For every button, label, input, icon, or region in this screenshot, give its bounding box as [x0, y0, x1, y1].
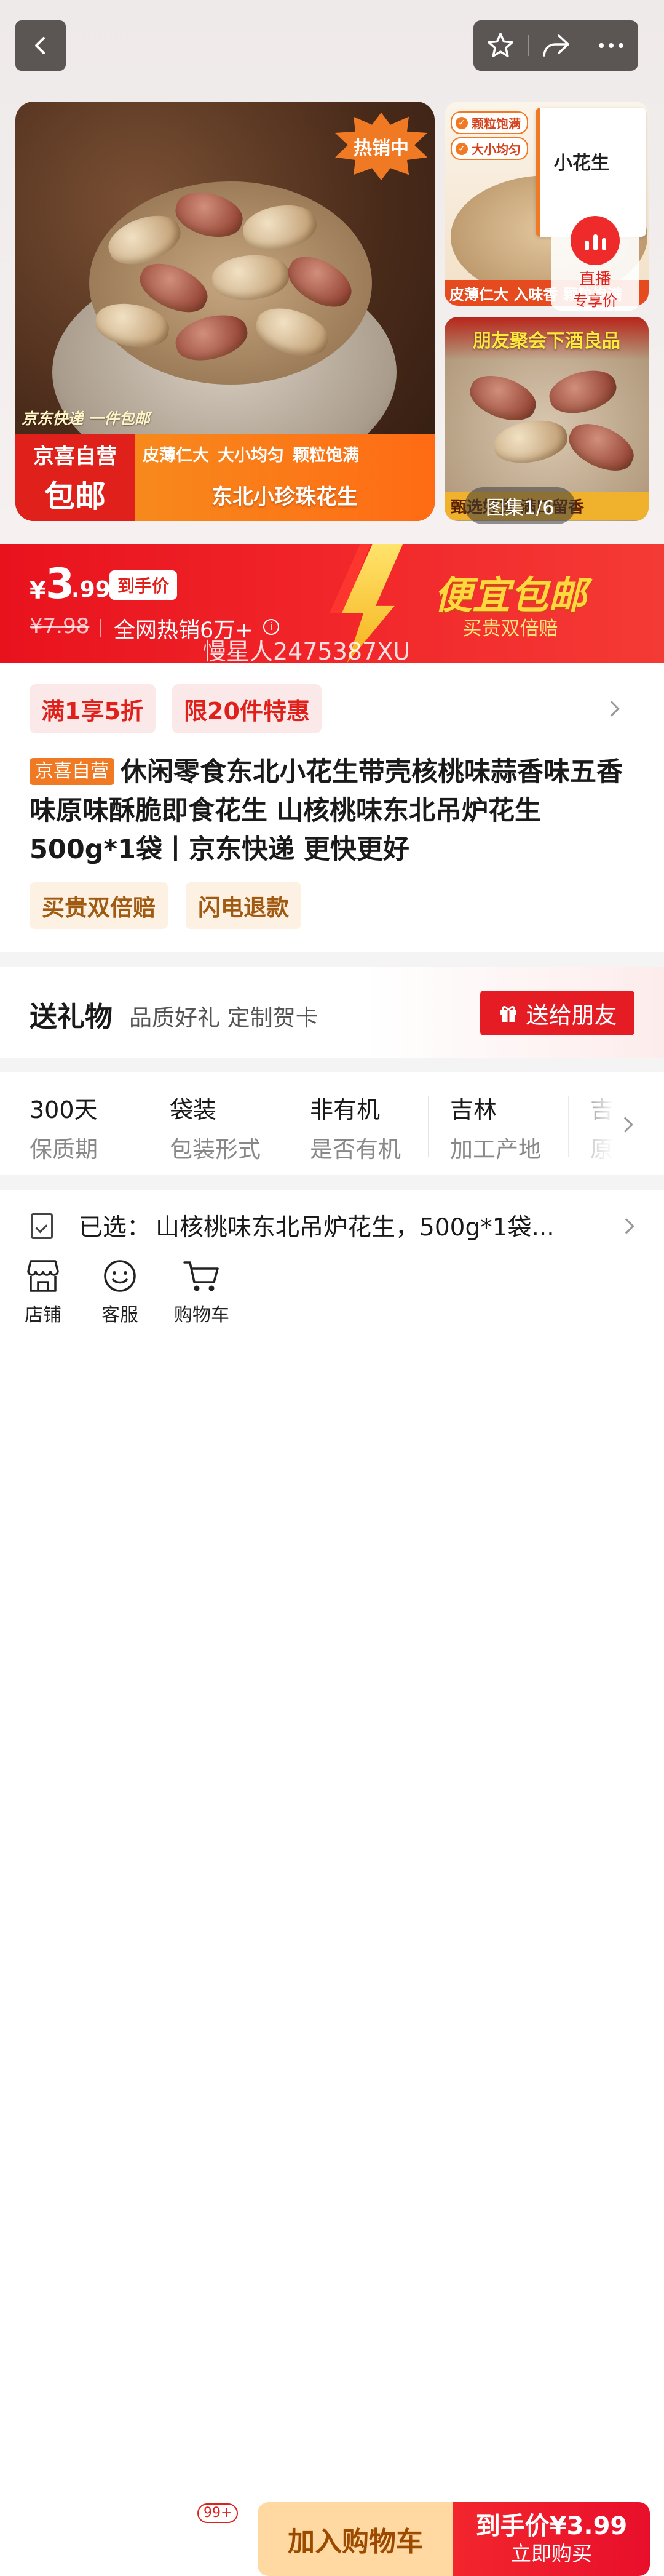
hot-sale-badge: 热销中	[335, 113, 427, 180]
divider	[100, 619, 101, 637]
spec-item: 300天 保质期	[30, 1096, 98, 1163]
customer-service-label: 客服	[101, 1304, 138, 1326]
gift-icon	[500, 1005, 516, 1022]
gift-section: 送礼物 品质好礼 定制贺卡 送给朋友	[0, 967, 664, 1058]
send-gift-label: 送给朋友	[526, 1002, 617, 1029]
checklist-icon	[31, 1213, 53, 1239]
add-to-cart-button[interactable]: 加入购物车	[258, 2502, 453, 2576]
more-dots-icon	[598, 43, 623, 48]
live-bars-icon	[571, 216, 620, 265]
spec-row[interactable]: 300天保质期 袋装包装形式 非有机是否有机 吉林加工产地 吉原	[0, 1072, 664, 1175]
free-shipping-label: 包邮	[44, 478, 106, 514]
feature-list: 皮薄仁大 大小均匀 颗粒饱满	[143, 442, 359, 466]
price-decimal: .99	[71, 577, 111, 602]
chevron-right-icon[interactable]	[604, 701, 620, 717]
section-gap	[0, 1058, 664, 1072]
self-run-free-shipping-box: 京喜自营 包邮	[15, 434, 135, 521]
back-button[interactable]	[15, 20, 66, 71]
check-icon: ✓	[456, 116, 468, 129]
buy-now-button[interactable]: 到手价¥3.99 立即购买	[453, 2502, 650, 2576]
section-gap	[0, 1175, 664, 1190]
thumb-title: 朋友聚会下酒良品	[445, 317, 649, 360]
promo-chip[interactable]: 限20件特惠	[172, 684, 322, 733]
shopping-cart-icon	[183, 1261, 219, 1291]
peanut	[464, 368, 542, 428]
chevron-left-icon	[35, 37, 45, 54]
product-title: 京喜自营 休闲零食东北小花生带壳核桃味蒜香味五香味原味酥脆即食花生 山核桃味东北吊…	[30, 753, 641, 869]
live-label: 直播	[579, 270, 611, 289]
cart-count-badge: 99+	[197, 2503, 239, 2523]
customer-service-button[interactable]: 客服	[89, 1258, 151, 1326]
share-button[interactable]	[529, 20, 583, 71]
watermark: 慢星人2475387XU	[203, 638, 411, 665]
cart-button[interactable]: 购物车	[171, 1258, 232, 1326]
spec-item: 袋装 包装形式	[170, 1096, 261, 1163]
share-arrow-icon	[543, 34, 569, 57]
favorite-button[interactable]	[473, 20, 528, 71]
top-action-group	[473, 20, 638, 71]
package-name: 小花生	[554, 153, 609, 174]
self-run-badge: 京喜自营	[30, 758, 114, 785]
selected-value: 山核桃味东北吊炉花生，500g*1袋...	[156, 1214, 555, 1242]
self-run-label: 京喜自营	[33, 444, 117, 469]
check-icon: ✓	[456, 142, 468, 155]
spec-item: 非有机 是否有机	[310, 1096, 401, 1163]
spec-fade	[553, 1072, 664, 1175]
thumb-tag: ✓ 颗粒饱满	[451, 111, 528, 134]
gallery-page-counter[interactable]: 图集1/6	[465, 487, 575, 524]
product-gallery[interactable]: 热销中 京东快递 一件包邮 京喜自营 包邮 皮薄仁大 大小均匀 颗粒饱满 东北小…	[0, 0, 664, 544]
buy-price-label: 到手价¥3.99	[475, 2512, 628, 2540]
peanut	[545, 364, 621, 420]
original-price: ¥7.98	[30, 614, 90, 639]
live-sub-label: 专享价	[573, 292, 617, 309]
bottom-action-bar: 店铺 客服 购物车 99+ 加入购物车 到手价¥3.99 立即购买	[0, 1245, 664, 2576]
store-label: 店铺	[25, 1304, 61, 1326]
store-button[interactable]: 店铺	[12, 1258, 74, 1326]
selected-label: 已选：	[79, 1214, 151, 1242]
final-price-tag: 到手价	[109, 570, 178, 600]
cart-label: 购物车	[174, 1304, 229, 1326]
promo-title: 便宜包邮	[433, 573, 587, 618]
feature-item: 大小均匀	[218, 446, 284, 465]
price-integer: 3	[45, 560, 75, 608]
service-chip[interactable]: 闪电退款	[186, 882, 301, 929]
promo-chip[interactable]: 满1享5折	[30, 684, 156, 733]
thumb-tag: ✓ 大小均匀	[451, 137, 528, 160]
peanut	[562, 415, 641, 480]
product-banner-text: 东北小珍珠花生	[211, 485, 358, 509]
service-chip[interactable]: 买贵双倍赔	[30, 882, 168, 929]
price-currency: ¥	[30, 577, 46, 604]
star-icon	[488, 33, 514, 57]
promo-subtitle: 买贵双倍赔	[462, 618, 558, 640]
more-button[interactable]	[583, 20, 638, 71]
feature-item: 皮薄仁大	[143, 446, 209, 465]
store-icon	[27, 1260, 59, 1292]
gift-subtitle: 品质好礼 定制贺卡	[129, 1005, 318, 1031]
feature-item: 颗粒饱满	[293, 446, 359, 465]
express-tag: 京东快递 一件包邮	[22, 410, 150, 428]
gift-title: 送礼物	[30, 1000, 113, 1033]
section-gap	[0, 952, 664, 967]
send-gift-button[interactable]: 送给朋友	[480, 991, 634, 1035]
product-title-text: 休闲零食东北小花生带壳核桃味蒜香味五香味原味酥脆即食花生 山核桃味东北吊炉花生 …	[30, 757, 623, 865]
live-stream-widget[interactable]: 直播 专享价	[551, 200, 639, 311]
peanut	[491, 415, 571, 468]
spec-divider	[428, 1096, 429, 1157]
buy-now-label: 立即购买	[511, 2542, 592, 2566]
customer-service-icon	[104, 1260, 136, 1292]
